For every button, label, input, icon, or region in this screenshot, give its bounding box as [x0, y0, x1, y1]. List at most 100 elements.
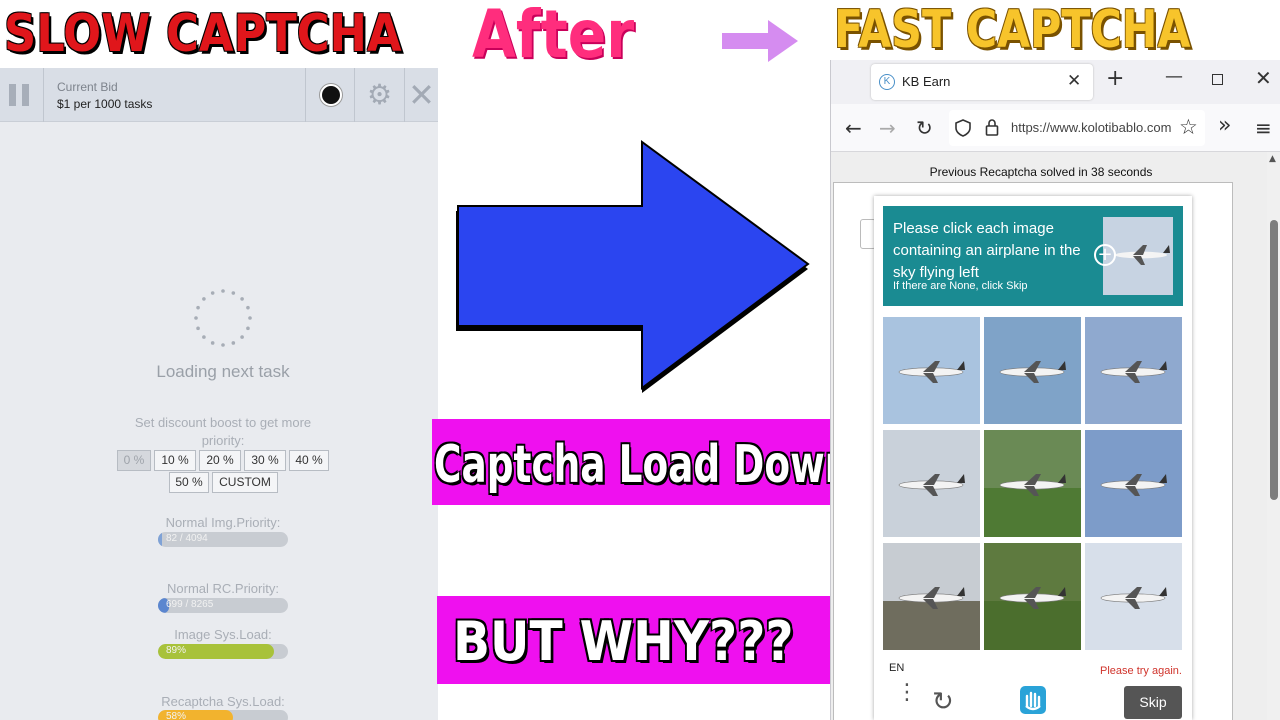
more-options-icon[interactable]: ⋮	[896, 682, 918, 704]
but-why-text: BUT WHY???	[453, 610, 794, 673]
recaptcha-sys-load-label: Recaptcha Sys.Load:	[161, 694, 285, 709]
menu-icon[interactable]: ≡	[1255, 116, 1272, 140]
current-bid-value: $1 per 1000 tasks	[57, 97, 153, 111]
settings-button[interactable]: ⚙	[355, 68, 405, 122]
back-icon[interactable]: ←	[845, 116, 862, 140]
discount-50-button[interactable]: 50 %	[169, 472, 209, 493]
discount-custom-button[interactable]: CUSTOM	[212, 472, 278, 493]
image-sys-load-meter: 89%	[158, 644, 288, 659]
spinner-dot	[196, 305, 200, 310]
browser-tab[interactable]: K KB Earn ✕	[871, 64, 1093, 100]
zoom-plus-icon[interactable]: +	[1094, 244, 1116, 266]
airplane-sky-tile[interactable]	[883, 430, 980, 537]
captcha-instruction: Please click each image containing an ai…	[893, 220, 1081, 281]
spinner-dot	[221, 289, 225, 293]
loading-status: Loading next task	[156, 362, 290, 381]
discount-30-button[interactable]: 30 %	[244, 450, 286, 471]
pause-icon	[9, 84, 16, 106]
airplane-sky-tile[interactable]	[984, 317, 1081, 424]
spinner-dot	[248, 316, 252, 320]
new-tab-icon[interactable]: +	[1106, 66, 1124, 91]
spinner-dot	[240, 335, 244, 339]
discount-40-button[interactable]: 40 %	[289, 450, 329, 471]
meter-fill	[158, 532, 162, 547]
load-down-text: Captcha Load Down	[434, 435, 852, 495]
window-close-icon[interactable]: ✕	[1255, 66, 1272, 90]
after-heading: After	[472, 0, 635, 73]
spinner-dot	[240, 297, 244, 301]
spinner-dot	[246, 326, 250, 331]
overflow-chevron-icon[interactable]: »	[1218, 113, 1231, 138]
tab-title: KB Earn	[902, 74, 951, 89]
airplane-runway-tile[interactable]	[883, 543, 980, 650]
slow-captcha-heading: SLOW CAPTCHA	[4, 4, 402, 64]
discount-10-button[interactable]: 10 %	[154, 450, 196, 471]
big-arrow-icon	[456, 140, 810, 393]
skip-button[interactable]: Skip	[1124, 686, 1182, 719]
close-icon: ✕	[408, 76, 435, 114]
airplane-sky-tile[interactable]	[883, 317, 980, 424]
fast-captcha-heading: FAST CAPTCHA	[834, 0, 1191, 60]
spinner-dot	[231, 291, 236, 295]
maximize-icon[interactable]	[1212, 74, 1223, 85]
airplane-sky-tile[interactable]	[1085, 543, 1182, 650]
spinner-dot	[202, 335, 206, 339]
current-bid-label: Current Bid	[57, 80, 118, 94]
spinner-dot	[196, 326, 200, 331]
reload-icon[interactable]: ↻	[916, 116, 933, 140]
scroll-thumb[interactable]	[1270, 220, 1278, 500]
accessibility-hand-icon[interactable]	[1018, 684, 1048, 716]
star-icon[interactable]: ☆	[1179, 115, 1198, 139]
scrollbar[interactable]: ▲	[1267, 152, 1280, 720]
recaptcha-sys-load-meter: 58%	[158, 710, 288, 720]
minimize-icon[interactable]: —	[1165, 66, 1183, 87]
navigation-bar: ← → ↻ https://www.kolotibablo.com ☆ » ≡	[831, 104, 1280, 152]
language-label[interactable]: EN	[889, 662, 904, 674]
loading-spinner-icon	[194, 289, 252, 347]
close-button[interactable]: ✕	[405, 68, 438, 122]
solved-status: Previous Recaptcha solved in 38 seconds	[929, 165, 1153, 179]
airplane-ground-tile[interactable]	[984, 430, 1081, 537]
url-text: https://www.kolotibablo.com	[1011, 120, 1172, 135]
airplane-sky-tile[interactable]	[1085, 317, 1182, 424]
captcha-header: Please click each image containing an ai…	[883, 206, 1183, 306]
kb-favicon-icon: K	[879, 74, 895, 90]
discount-hint: Set discount boost to get more priority:	[134, 415, 312, 448]
airplane-ground-tile[interactable]	[984, 543, 1081, 650]
meter-text: 89%	[166, 645, 187, 656]
forward-icon[interactable]: →	[879, 116, 896, 140]
meter-text: 58%	[166, 711, 187, 720]
pause-button[interactable]	[0, 68, 44, 122]
slow-app-panel: Current Bid $1 per 1000 tasks ⚙ ✕ Loadin…	[0, 68, 438, 720]
normal-rc-priority-meter: 699 / 8265	[158, 598, 288, 613]
error-message: Please try again.	[1100, 665, 1182, 677]
lock-icon	[985, 119, 999, 136]
normal-rc-priority-label: Normal RC.Priority:	[167, 581, 279, 596]
image-sys-load-label: Image Sys.Load:	[174, 627, 272, 642]
scroll-up-icon[interactable]: ▲	[1269, 154, 1276, 164]
spinner-dot	[202, 297, 206, 301]
load-down-banner: Captcha Load Down	[432, 419, 851, 505]
app-toolbar: Current Bid $1 per 1000 tasks ⚙ ✕	[0, 68, 438, 122]
gear-icon: ⚙	[366, 78, 393, 111]
normal-img-priority-meter: 82 / 4094	[158, 532, 288, 547]
spinner-dot	[231, 341, 236, 345]
airplane-sky-tile[interactable]	[1085, 430, 1182, 537]
spinner-dot	[210, 341, 215, 345]
captcha-widget: Please click each image containing an ai…	[874, 196, 1192, 720]
captcha-subinstruction: If there are None, click Skip	[893, 280, 1028, 292]
record-icon	[320, 84, 342, 106]
spinner-dot	[246, 305, 250, 310]
discount-20-button[interactable]: 20 %	[199, 450, 241, 471]
record-button[interactable]	[305, 68, 355, 122]
refresh-icon[interactable]: ↻	[932, 687, 954, 717]
tab-close-icon[interactable]: ✕	[1067, 71, 1081, 91]
shield-icon	[955, 119, 971, 137]
address-bar[interactable]: https://www.kolotibablo.com	[949, 110, 1205, 146]
small-arrow-icon	[722, 20, 798, 62]
spinner-dot	[221, 343, 225, 347]
discount-0-button[interactable]: 0 %	[117, 450, 151, 471]
spinner-dot	[194, 316, 198, 320]
but-why-banner: BUT WHY???	[437, 596, 830, 684]
spinner-dot	[210, 291, 215, 295]
